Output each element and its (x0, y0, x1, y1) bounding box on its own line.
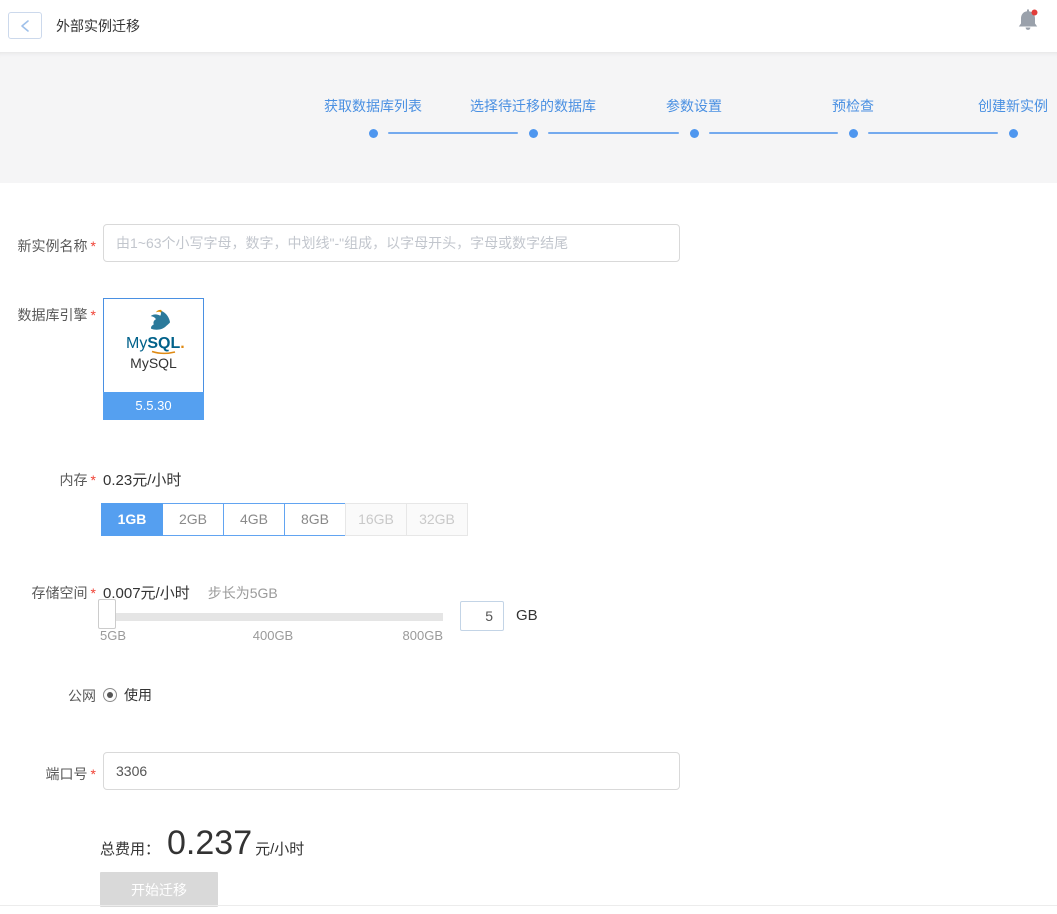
storage-scale-mid: 400GB (253, 628, 293, 643)
step-dot-4 (849, 129, 858, 138)
engine-name: MySQL (130, 355, 177, 371)
back-button[interactable] (8, 12, 42, 39)
memory-option-8gb[interactable]: 8GB (284, 503, 346, 536)
memory-option-2gb[interactable]: 2GB (162, 503, 224, 536)
step-label-1: 获取数据库列表 (324, 96, 422, 116)
step-label-4: 预检查 (832, 96, 874, 116)
storage-slider-track[interactable] (103, 613, 443, 621)
required-mark: * (91, 585, 96, 601)
total-fee-label: 总费用： (100, 838, 160, 859)
required-mark: * (91, 307, 96, 323)
public-network-radio[interactable]: 使用 (103, 685, 152, 705)
wizard-stepper: 获取数据库列表 选择待迁移的数据库 参数设置 预检查 创建新实例 (0, 52, 1057, 183)
storage-price: 0.007元/小时步长为5GB (103, 582, 278, 603)
chevron-left-icon (19, 19, 31, 33)
step-connector (548, 132, 679, 134)
page-bottom-divider (0, 905, 1057, 906)
storage-label: 存储空间* (0, 583, 96, 603)
notification-dot (1032, 10, 1038, 16)
step-dot-2 (529, 129, 538, 138)
port-input[interactable] (103, 752, 680, 790)
storage-slider-handle[interactable] (98, 599, 116, 629)
notification-bell-button[interactable] (1016, 8, 1040, 34)
mysql-logo-icon: MySQL. (121, 307, 187, 355)
step-label-2: 选择待迁移的数据库 (470, 96, 596, 116)
engine-card-mysql[interactable]: MySQL. MySQL 5.5.30 (103, 298, 204, 420)
step-label-5: 创建新实例 (978, 96, 1048, 116)
port-label: 端口号* (0, 764, 96, 784)
engine-version-badge: 5.5.30 (103, 392, 204, 420)
start-migration-button[interactable]: 开始迁移 (100, 872, 218, 907)
total-fee: 总费用： 0.237 元/小时 (100, 824, 304, 863)
storage-step-hint: 步长为5GB (208, 585, 278, 601)
step-dot-5 (1009, 129, 1018, 138)
memory-option-1gb[interactable]: 1GB (101, 503, 163, 536)
memory-option-group: 1GB 2GB 4GB 8GB 16GB 32GB (101, 503, 468, 536)
public-network-option: 使用 (124, 685, 152, 705)
required-mark: * (91, 238, 96, 254)
svg-text:MySQL.: MySQL. (126, 335, 185, 352)
instance-name-label: 新实例名称* (0, 236, 96, 256)
step-connector (709, 132, 838, 134)
memory-option-4gb[interactable]: 4GB (223, 503, 285, 536)
public-network-label: 公网 (0, 686, 96, 706)
page-title: 外部实例迁移 (56, 0, 140, 52)
memory-option-32gb: 32GB (406, 503, 468, 536)
step-connector (388, 132, 518, 134)
memory-option-16gb: 16GB (345, 503, 407, 536)
page-header: 外部实例迁移 (0, 0, 1057, 53)
step-label-3: 参数设置 (666, 96, 722, 116)
instance-name-input[interactable] (103, 224, 680, 262)
memory-label: 内存* (0, 470, 96, 490)
step-dot-3 (690, 129, 699, 138)
step-dot-1 (369, 129, 378, 138)
total-fee-value: 0.237 (167, 824, 252, 863)
storage-size-input[interactable] (460, 601, 504, 631)
step-connector (868, 132, 998, 134)
required-mark: * (91, 766, 96, 782)
migration-wizard-page: 外部实例迁移 获取数据库列表 选择待迁移的数据库 参数设置 预检查 创建新实例 … (0, 0, 1057, 914)
radio-icon (103, 688, 117, 702)
bell-icon (1016, 8, 1040, 34)
storage-scale-min: 5GB (100, 628, 126, 643)
memory-price: 0.23元/小时 (103, 469, 181, 490)
engine-label: 数据库引擎* (0, 305, 96, 325)
storage-scale-max: 800GB (403, 628, 443, 643)
storage-unit: GB (516, 607, 538, 624)
required-mark: * (91, 472, 96, 488)
total-fee-unit: 元/小时 (255, 838, 304, 859)
